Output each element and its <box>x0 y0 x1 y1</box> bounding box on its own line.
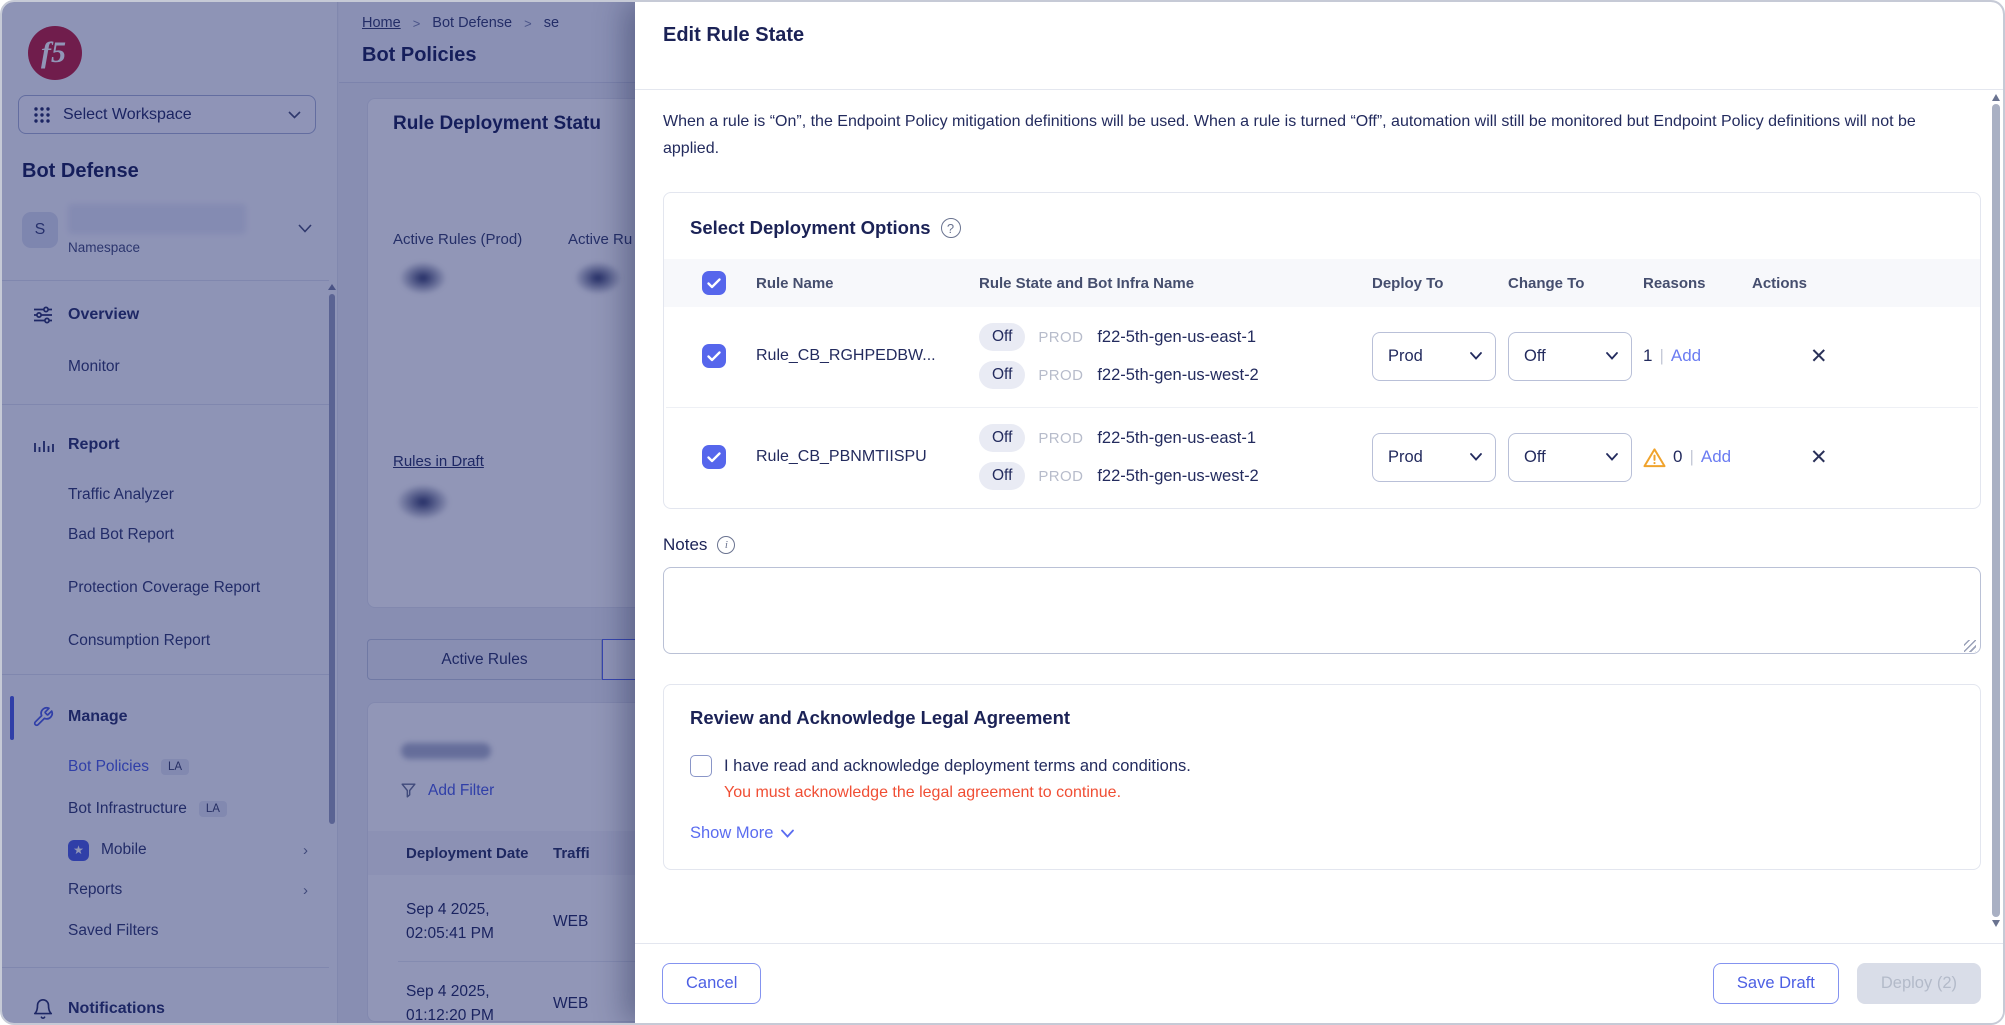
modal-footer: Cancel Save Draft Deploy (2) <box>635 943 2003 1023</box>
help-icon[interactable]: ? <box>941 218 961 238</box>
rule-state-pill: Off <box>979 424 1025 452</box>
modal-body: When a rule is “On”, the Endpoint Policy… <box>635 90 2003 943</box>
scroll-up-arrow[interactable] <box>1992 94 2000 101</box>
scrollbar-thumb[interactable] <box>1992 104 2000 917</box>
show-more-link[interactable]: Show More <box>690 824 794 843</box>
env-label: PROD <box>1038 468 1083 485</box>
infra-name: f22-5th-gen-us-west-2 <box>1097 366 1258 385</box>
app-window: f5 Select Workspace Bot Defense S Namesp… <box>0 0 2005 1025</box>
infra-name: f22-5th-gen-us-east-1 <box>1097 429 1256 448</box>
rule-state-pill: Off <box>979 462 1025 490</box>
column-rule-name: Rule Name <box>756 275 979 292</box>
chevron-down-icon <box>1470 453 1482 461</box>
column-change-to: Change To <box>1508 275 1643 292</box>
legal-checkbox-label: I have read and acknowledge deployment t… <box>724 757 1191 776</box>
rule-state-pill: Off <box>979 323 1025 351</box>
deploy-to-select[interactable]: Prod <box>1372 433 1496 482</box>
rule-name: Rule_CB_RGHPEDBW... <box>756 347 979 365</box>
modal-title: Edit Rule State <box>663 24 804 47</box>
remove-row-icon[interactable]: ✕ <box>1752 447 1980 468</box>
row-checkbox[interactable] <box>702 344 726 368</box>
notes-textarea[interactable] <box>663 567 1981 654</box>
infra-cell: Off PROD f22-5th-gen-us-east-1 Off PROD … <box>979 424 1372 490</box>
infra-name: f22-5th-gen-us-west-2 <box>1097 467 1258 486</box>
deploy-to-value: Prod <box>1388 448 1423 467</box>
scroll-down-arrow[interactable] <box>1992 920 2000 927</box>
deploy-to-select[interactable]: Prod <box>1372 332 1496 381</box>
change-to-select[interactable]: Off <box>1508 332 1632 381</box>
infra-cell: Off PROD f22-5th-gen-us-east-1 Off PROD … <box>979 323 1372 389</box>
change-to-value: Off <box>1524 448 1546 467</box>
env-label: PROD <box>1038 430 1083 447</box>
reasons-count: 1 <box>1643 346 1652 366</box>
chevron-down-icon <box>1606 453 1618 461</box>
modal-header: Edit Rule State <box>635 2 2003 90</box>
row-checkbox[interactable] <box>702 445 726 469</box>
deployment-options-card: Select Deployment Options ? Rule Name Ru… <box>663 192 1981 509</box>
options-header-row: Rule Name Rule State and Bot Infra Name … <box>664 259 1980 307</box>
remove-row-icon[interactable]: ✕ <box>1752 346 1980 367</box>
reasons-divider: | <box>1659 346 1663 366</box>
chevron-down-icon <box>1606 352 1618 360</box>
save-draft-button[interactable]: Save Draft <box>1713 963 1839 1004</box>
notes-label: Notes <box>663 535 707 555</box>
add-reason-link[interactable]: Add <box>1701 447 1731 467</box>
deploy-to-value: Prod <box>1388 347 1423 366</box>
legal-checkbox[interactable] <box>690 755 712 777</box>
show-more-label: Show More <box>690 824 773 843</box>
rule-name: Rule_CB_PBNMTIISPU <box>756 448 979 466</box>
cancel-button[interactable]: Cancel <box>662 963 761 1004</box>
chevron-down-icon <box>1470 352 1482 360</box>
change-to-value: Off <box>1524 347 1546 366</box>
column-actions: Actions <box>1752 275 1980 292</box>
change-to-select[interactable]: Off <box>1508 433 1632 482</box>
env-label: PROD <box>1038 329 1083 346</box>
reasons-cell: 0 | Add <box>1643 447 1752 468</box>
modal-scrollbar[interactable] <box>1991 94 2000 933</box>
rule-row: Rule_CB_RGHPEDBW... Off PROD f22-5th-gen… <box>664 307 1980 407</box>
add-reason-link[interactable]: Add <box>1671 346 1701 366</box>
reasons-divider: | <box>1689 447 1693 467</box>
legal-agreement-card: Review and Acknowledge Legal Agreement I… <box>663 684 1981 870</box>
infra-name: f22-5th-gen-us-east-1 <box>1097 328 1256 347</box>
info-icon[interactable]: i <box>717 536 735 554</box>
modal-description: When a rule is “On”, the Endpoint Policy… <box>663 108 1958 162</box>
chevron-down-icon <box>781 829 794 838</box>
select-all-checkbox[interactable] <box>702 271 726 295</box>
rule-state-pill: Off <box>979 361 1025 389</box>
warning-icon <box>1643 447 1666 468</box>
reasons-count: 0 <box>1673 447 1682 467</box>
legal-error-text: You must acknowledge the legal agreement… <box>724 784 1954 802</box>
column-rule-state: Rule State and Bot Infra Name <box>979 275 1372 292</box>
deploy-button[interactable]: Deploy (2) <box>1857 963 1981 1004</box>
rule-row: Rule_CB_PBNMTIISPU Off PROD f22-5th-gen-… <box>664 408 1980 508</box>
env-label: PROD <box>1038 367 1083 384</box>
edit-rule-state-modal: Edit Rule State When a rule is “On”, the… <box>635 2 2003 1023</box>
reasons-cell: 1 | Add <box>1643 346 1752 366</box>
column-deploy-to: Deploy To <box>1372 275 1508 292</box>
deployment-options-title: Select Deployment Options <box>690 217 931 239</box>
column-reasons: Reasons <box>1643 275 1752 292</box>
legal-title: Review and Acknowledge Legal Agreement <box>690 707 1954 729</box>
